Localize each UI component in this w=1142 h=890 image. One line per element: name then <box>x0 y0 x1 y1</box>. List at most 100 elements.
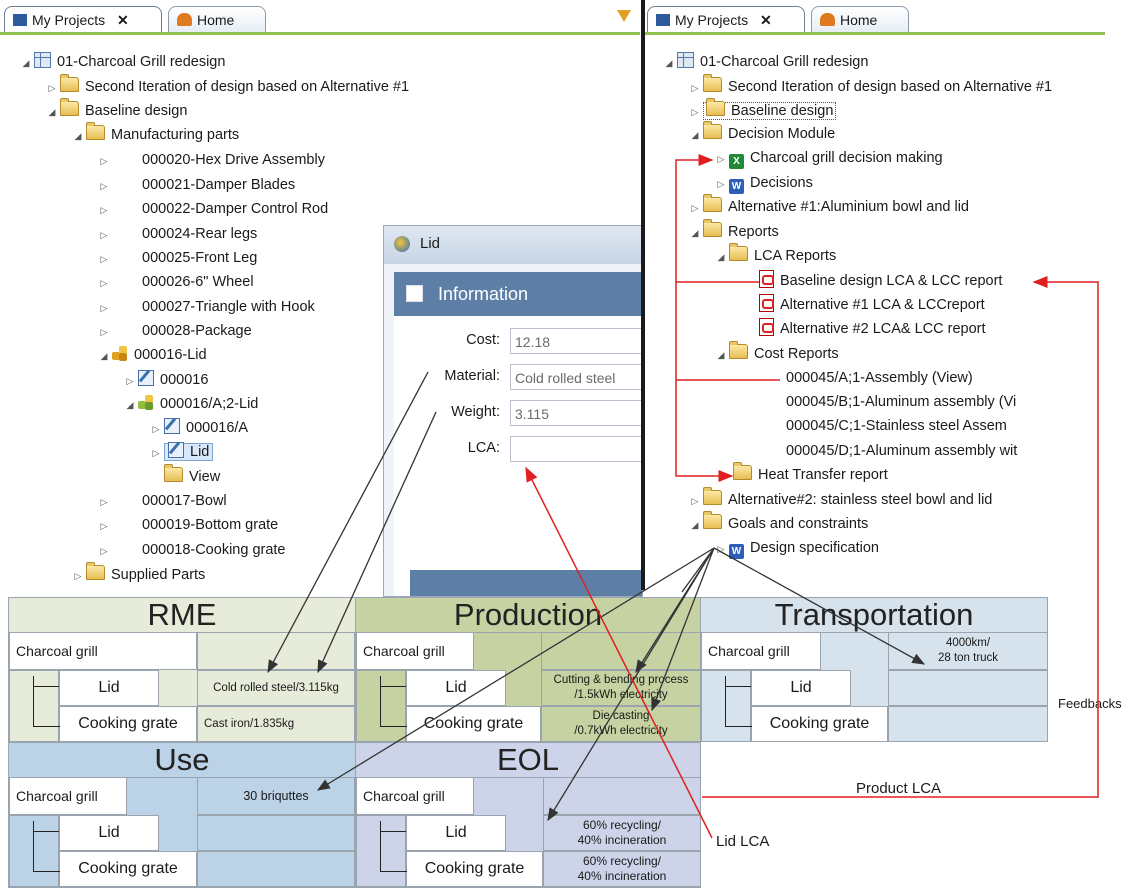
collapsed-icon[interactable]: ▷ <box>148 417 164 441</box>
tree-item-folder[interactable]: ◢ Manufacturing parts <box>70 122 239 148</box>
tree-item-folder[interactable]: ▷ Alternative #1:Aluminium bowl and lid <box>687 194 969 220</box>
tree-item-part[interactable]: ▷ 000028-Package <box>96 319 252 343</box>
folder-icon <box>729 341 748 359</box>
tree-item-part[interactable]: ▷ 000027-Triangle with Hook <box>96 295 315 319</box>
tree-item-spreadsheet[interactable]: ▷ X Charcoal grill decision making <box>713 146 943 170</box>
tree-item-part[interactable]: ▷ 000021-Damper Blades <box>96 173 296 198</box>
collapsed-icon[interactable]: ▷ <box>96 149 112 173</box>
collapsed-icon[interactable]: ▷ <box>70 564 86 588</box>
collapsed-icon[interactable]: ▷ <box>96 247 112 271</box>
collapsed-icon[interactable]: ▷ <box>96 320 112 344</box>
collapsed-icon[interactable]: ▷ <box>44 76 60 100</box>
tree-item-assembly[interactable]: ◢ 000016-Lid <box>96 343 207 367</box>
material-label: Material: <box>444 368 500 384</box>
expanded-icon[interactable]: ◢ <box>687 221 703 245</box>
tree-item-assembly[interactable]: ◢ 000016/A;2-Lid <box>122 392 258 416</box>
tree-item-part[interactable]: ▷ 000025-Front Leg <box>96 246 258 271</box>
selected-item[interactable]: Lid <box>164 442 214 461</box>
collapsed-icon[interactable]: ▷ <box>96 271 112 295</box>
tree-item-cost-report[interactable]: 000045/A;1-Assembly (View) <box>786 366 973 390</box>
expanded-icon[interactable]: ◢ <box>18 51 34 75</box>
tree-item-pdf[interactable]: Alternative #2 LCA& LCC report <box>759 317 986 341</box>
collapsed-icon[interactable]: ▷ <box>96 514 112 538</box>
eol-value-cell <box>543 777 701 815</box>
tree-item-folder[interactable]: ▷ Second Iteration of design based on Alt… <box>687 74 1052 100</box>
expanded-icon[interactable]: ◢ <box>687 513 703 537</box>
tree-label: 000024-Rear legs <box>142 226 258 242</box>
transportation-cooking-grate-cell: Cooking grate <box>751 706 888 742</box>
material-field[interactable]: Cold rolled steel <box>510 364 642 390</box>
tree-item-folder[interactable]: ▷ Second Iteration of design based on Alt… <box>44 74 409 100</box>
weight-field[interactable]: 3.115 <box>510 400 642 426</box>
tree-item-part[interactable]: ▷ 000018-Cooking grate <box>96 538 286 562</box>
collapsed-icon[interactable]: ▷ <box>687 76 703 100</box>
collapsed-icon[interactable]: ▷ <box>96 174 112 198</box>
tree-item-folder[interactable]: ◢ Goals and constraints <box>687 511 868 537</box>
right-tab-bar: My Projects ✕ Home <box>645 0 1105 35</box>
expanded-icon[interactable]: ◢ <box>713 245 729 269</box>
dialog-title-bar[interactable]: Lid <box>384 226 642 264</box>
tree-item-folder[interactable]: ▷ Supplied Parts <box>70 562 205 588</box>
tree-item-part[interactable]: ▷ 000019-Bottom grate <box>96 513 279 538</box>
collapsed-icon[interactable]: ▷ <box>713 147 729 171</box>
tree-item-view[interactable]: View <box>164 464 220 489</box>
tree-item-part[interactable]: ▷ 000020-Hex Drive Assembly <box>96 148 325 172</box>
tree-item-folder[interactable]: ◢ Baseline design <box>44 98 187 124</box>
tree-item-cost-report[interactable]: 000045/C;1-Stainless steel Assem <box>786 414 1007 438</box>
tree-item-lid-selected[interactable]: ▷ Lid <box>148 440 214 465</box>
tree-item-cost-report[interactable]: 000045/B;1-Aluminum assembly (Vi <box>786 390 1016 414</box>
tree-item-document[interactable]: ▷ W Design specification <box>713 536 879 560</box>
focused-item[interactable]: Baseline design <box>703 98 837 120</box>
tree-item-pdf[interactable]: Baseline design LCA & LCC report <box>759 269 1002 293</box>
tree-item-project[interactable]: ◢ 01-Charcoal Grill redesign <box>18 50 225 74</box>
collapsed-icon[interactable]: ▷ <box>713 537 729 561</box>
expanded-icon[interactable]: ◢ <box>661 51 677 75</box>
tree-item-folder[interactable]: ◢ Decision Module <box>687 121 835 147</box>
tab-home[interactable]: Home <box>811 6 909 33</box>
tree-item-part[interactable]: ▷ 000022-Damper Control Rod <box>96 197 329 222</box>
tree-item-document[interactable]: ▷ W Decisions <box>713 171 813 195</box>
cell-text: Lid <box>98 679 120 696</box>
tree-item-project[interactable]: ◢ 01-Charcoal Grill redesign <box>661 50 868 74</box>
collapsed-icon[interactable]: ▷ <box>96 198 112 222</box>
collapsed-icon[interactable]: ▷ <box>687 100 703 124</box>
collapsed-icon[interactable]: ▷ <box>148 441 164 465</box>
expanded-icon[interactable]: ◢ <box>713 343 729 367</box>
expanded-icon[interactable]: ◢ <box>122 393 138 417</box>
tree-item-pdf[interactable]: Alternative #1 LCA & LCCreport <box>759 293 985 317</box>
cost-field[interactable]: 12.18 <box>510 328 642 354</box>
tree-item-folder[interactable]: ▷ Baseline design <box>687 98 837 124</box>
expanded-icon[interactable]: ◢ <box>44 100 60 124</box>
tree-item-part[interactable]: ▷ 000017-Bowl <box>96 489 227 513</box>
close-icon[interactable]: ✕ <box>760 12 772 28</box>
tree-item-document[interactable]: ▷ 000016/A <box>148 416 248 440</box>
collapsed-icon[interactable]: ▷ <box>96 539 112 563</box>
expanded-icon[interactable]: ◢ <box>70 124 86 148</box>
tree-item-folder[interactable]: ▷ Alternative#2: stainless steel bowl and… <box>687 487 992 513</box>
rme-block: RME Charcoal grill Lid Cold rolled steel… <box>8 597 356 742</box>
tree-item-folder[interactable]: ◢ Cost Reports <box>713 341 839 367</box>
tree-item-part[interactable]: ▷ 000026-6" Wheel <box>96 270 254 294</box>
collapsed-icon[interactable]: ▷ <box>122 369 138 393</box>
tab-my-projects[interactable]: My Projects ✕ <box>647 6 805 33</box>
tab-my-projects[interactable]: My Projects ✕ <box>4 6 162 33</box>
expanded-icon[interactable]: ◢ <box>96 344 112 368</box>
tree-item-folder[interactable]: Heat Transfer report <box>733 462 888 487</box>
collapsed-icon[interactable]: ▷ <box>96 490 112 514</box>
tree-item-cost-report[interactable]: 000045/D;1-Aluminum assembly wit <box>786 439 1017 463</box>
tree-item-part[interactable]: ▷ 000024-Rear legs <box>96 222 258 247</box>
collapsed-icon[interactable]: ▷ <box>687 489 703 513</box>
lca-field[interactable] <box>510 436 642 462</box>
collapsed-icon[interactable]: ▷ <box>96 223 112 247</box>
collapsed-icon[interactable]: ▷ <box>713 172 729 196</box>
tab-home[interactable]: Home <box>168 6 266 33</box>
close-icon[interactable]: ✕ <box>117 12 129 28</box>
tree-item-document[interactable]: ▷ 000016 <box>122 368 208 392</box>
tree-label: 000025-Front Leg <box>142 250 258 266</box>
tree-item-folder[interactable]: ◢ Reports <box>687 219 779 245</box>
collapsed-icon[interactable]: ▷ <box>96 296 112 320</box>
filter-icon[interactable] <box>617 10 631 22</box>
collapsed-icon[interactable]: ▷ <box>687 196 703 220</box>
tree-item-folder[interactable]: ◢ LCA Reports <box>713 243 836 269</box>
expanded-icon[interactable]: ◢ <box>687 123 703 147</box>
